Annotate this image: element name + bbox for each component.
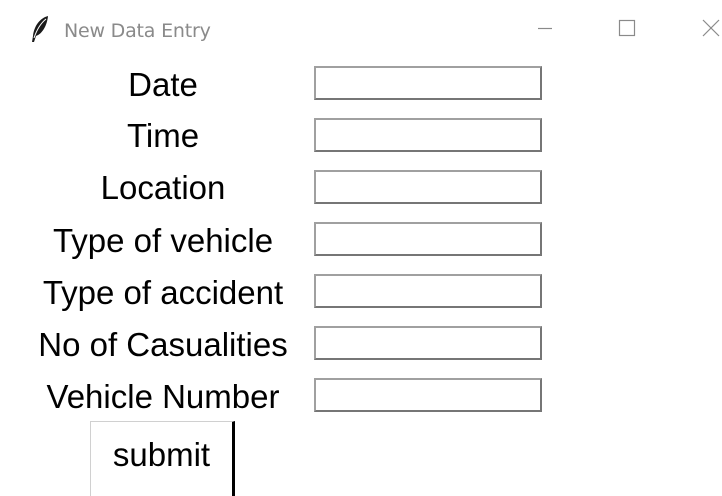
maximize-icon xyxy=(618,19,636,42)
title-bar[interactable]: New Data Entry xyxy=(0,0,722,60)
time-label: Time xyxy=(126,117,200,154)
accident-type-field[interactable] xyxy=(314,274,542,308)
vehicle-type-label: Type of vehicle xyxy=(52,222,274,259)
minimize-button[interactable] xyxy=(510,0,580,60)
vehicle-number-field[interactable] xyxy=(314,378,542,412)
location-label: Location xyxy=(100,169,226,206)
date-field[interactable] xyxy=(314,66,542,100)
app-window: New Data Entry Date Time Location Type o… xyxy=(0,0,722,496)
window-title: New Data Entry xyxy=(64,20,211,42)
submit-button[interactable]: submit xyxy=(90,421,235,496)
minimize-icon xyxy=(537,20,553,41)
maximize-button[interactable] xyxy=(592,0,662,60)
accident-type-label: Type of accident xyxy=(42,274,284,311)
location-field[interactable] xyxy=(314,170,542,204)
date-label: Date xyxy=(128,66,198,103)
close-icon xyxy=(702,19,720,42)
close-button[interactable] xyxy=(676,0,722,60)
feather-icon xyxy=(28,14,52,44)
time-field[interactable] xyxy=(314,118,542,152)
casualties-field[interactable] xyxy=(314,326,542,360)
casualties-label: No of Casualities xyxy=(38,326,288,363)
vehicle-type-field[interactable] xyxy=(314,222,542,256)
vehicle-number-label: Vehicle Number xyxy=(46,378,280,415)
